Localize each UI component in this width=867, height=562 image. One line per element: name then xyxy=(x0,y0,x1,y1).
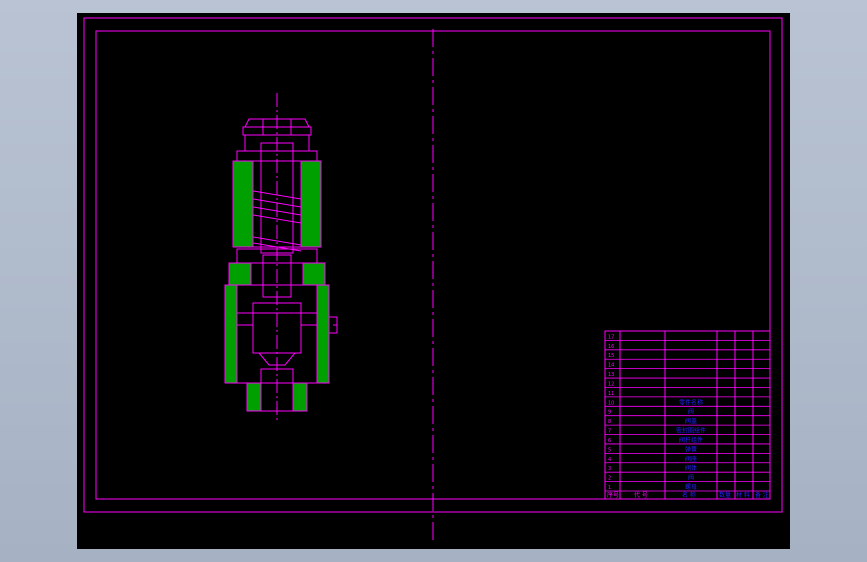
bom-part-name: 零件名称 xyxy=(679,398,703,406)
bom-header-no: 序号 xyxy=(607,491,619,499)
bom-row-number: 17 xyxy=(608,334,614,340)
bom-part-name: 密封圈组件 xyxy=(676,427,706,435)
bom-row-number: 13 xyxy=(608,372,614,378)
bom-header-name: 名 称 xyxy=(682,491,696,499)
bom-row-number: 8 xyxy=(608,419,611,425)
bom-part-name: 阀盖 xyxy=(685,417,697,425)
bom-row-number: 15 xyxy=(608,353,614,359)
bom-row-number: 3 xyxy=(608,466,611,472)
bom-row-number: 2 xyxy=(608,476,611,482)
drawing-viewport[interactable]: 17 16 15 14 13 12 11 10 9 8 7 6 5 4 3 2 1 零件名称阀阀盖 密封圈组件 阀杆… xyxy=(77,13,790,549)
bom-header: 序号 代 号 名 称 数量 材 料 备 注 xyxy=(607,491,769,499)
bom-row-number: 6 xyxy=(608,438,611,444)
bom-row-number: 4 xyxy=(608,457,611,463)
bom-header-material: 材 料 xyxy=(736,491,750,499)
bom-part-name: 螺母 xyxy=(685,483,697,491)
valve-section-view xyxy=(224,93,338,423)
bom-row-number: 5 xyxy=(608,447,611,453)
bom-row-number: 7 xyxy=(608,429,611,435)
bom-header-qty: 数量 xyxy=(719,491,731,499)
bom-part-name: 阀杆组件 xyxy=(679,436,703,444)
bom-part-name: 阀 xyxy=(688,408,694,416)
bom-part-name: 阀座 xyxy=(685,455,697,463)
bom-row-number: 12 xyxy=(608,381,614,387)
bom-header-code: 代 号 xyxy=(634,491,648,499)
bom-part-name: 阀 xyxy=(688,474,694,482)
bom-row-number: 14 xyxy=(608,363,614,369)
bom-header-note: 备 注 xyxy=(755,491,769,499)
bom-row-number: 11 xyxy=(608,391,614,397)
bom-row-number: 16 xyxy=(608,344,614,350)
bom-row-number: 10 xyxy=(608,400,614,406)
bom-part-name: 弹簧 xyxy=(685,445,697,453)
bom-row-number: 9 xyxy=(608,410,611,416)
cad-drawing: 1716151413121110987654321 零件名称阀阀盖密封圈组件阀杆… xyxy=(83,17,783,543)
bom-part-name: 阀体 xyxy=(685,464,697,472)
bom-row-number: 1 xyxy=(608,485,611,491)
